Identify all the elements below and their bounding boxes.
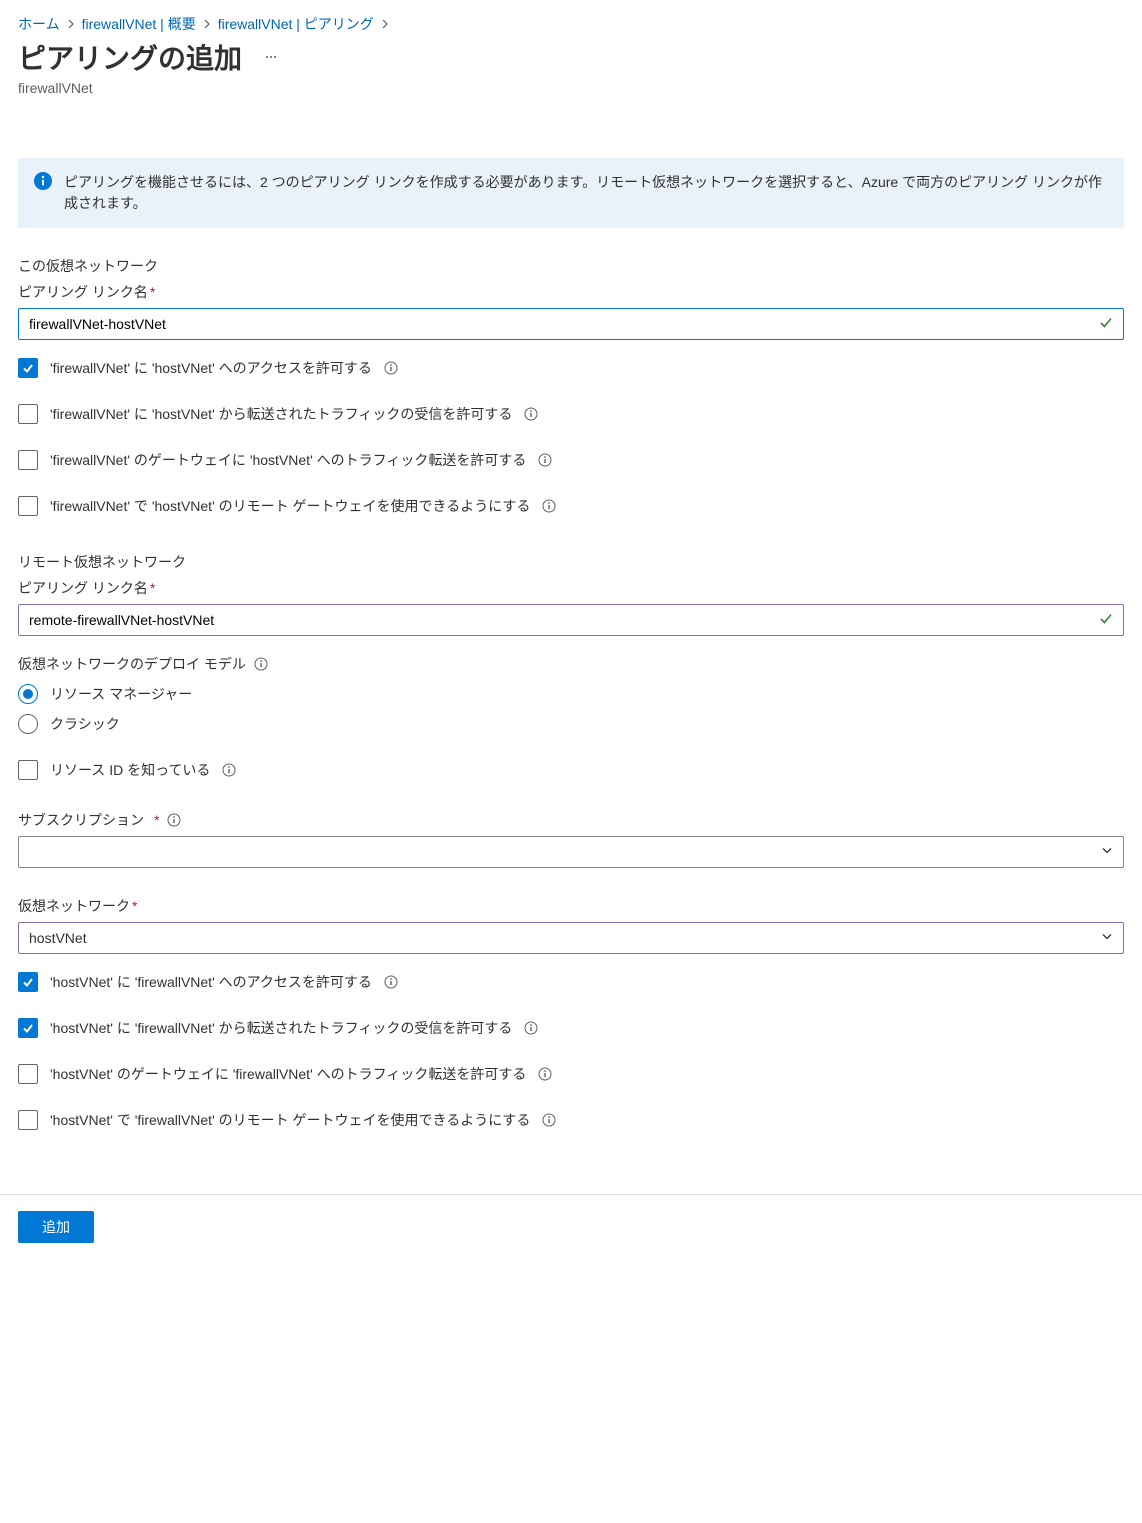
required-marker: * bbox=[154, 812, 159, 828]
info-icon[interactable] bbox=[538, 1067, 552, 1081]
info-icon[interactable] bbox=[538, 453, 552, 467]
remote-linkname-input-wrapper bbox=[18, 604, 1124, 636]
chevron-right-icon bbox=[202, 19, 212, 29]
local-chk-gw-transit-label[interactable]: 'firewallVNet' のゲートウェイに 'hostVNet' へのトラフ… bbox=[50, 450, 526, 470]
breadcrumb-home[interactable]: ホーム bbox=[18, 14, 60, 34]
remote-chk-gw-transit-label[interactable]: 'hostVNet' のゲートウェイに 'firewallVNet' へのトラフ… bbox=[50, 1064, 526, 1084]
footer: 追加 bbox=[0, 1194, 1142, 1263]
info-icon[interactable] bbox=[254, 657, 268, 671]
breadcrumb: ホーム firewallVNet | 概要 firewallVNet | ピアリ… bbox=[18, 14, 1124, 34]
section-title-remote: リモート仮想ネットワーク bbox=[18, 552, 1124, 572]
local-chk-remote-gw[interactable] bbox=[18, 496, 38, 516]
remote-chk-remote-gw-label[interactable]: 'hostVNet' で 'firewallVNet' のリモート ゲートウェイ… bbox=[50, 1110, 530, 1130]
local-chk-forwarded[interactable] bbox=[18, 404, 38, 424]
radio-rm[interactable] bbox=[18, 684, 38, 704]
local-chk-access[interactable] bbox=[18, 358, 38, 378]
local-linkname-input[interactable] bbox=[18, 308, 1124, 340]
chevron-right-icon bbox=[380, 19, 390, 29]
add-button[interactable]: 追加 bbox=[18, 1211, 94, 1243]
deploy-model-label: 仮想ネットワークのデプロイ モデル bbox=[18, 654, 246, 674]
info-icon[interactable] bbox=[524, 407, 538, 421]
chevron-down-icon bbox=[1100, 843, 1114, 860]
remote-chk-gw-transit[interactable] bbox=[18, 1064, 38, 1084]
chevron-right-icon bbox=[66, 19, 76, 29]
chk-know-resid[interactable] bbox=[18, 760, 38, 780]
breadcrumb-peering[interactable]: firewallVNet | ピアリング bbox=[218, 14, 374, 34]
info-icon[interactable] bbox=[542, 1113, 556, 1127]
info-icon[interactable] bbox=[524, 1021, 538, 1035]
ellipsis-icon bbox=[264, 50, 278, 64]
required-marker: * bbox=[150, 580, 155, 596]
info-icon[interactable] bbox=[542, 499, 556, 513]
check-icon bbox=[1098, 610, 1114, 629]
check-icon bbox=[1098, 314, 1114, 333]
subscription-label: サブスクリプション bbox=[18, 810, 144, 830]
more-actions-button[interactable] bbox=[260, 46, 282, 71]
section-title-local: この仮想ネットワーク bbox=[18, 256, 1124, 276]
remote-linkname-input[interactable] bbox=[18, 604, 1124, 636]
remote-linkname-label: ピアリング リンク名* bbox=[18, 578, 1124, 598]
breadcrumb-overview[interactable]: firewallVNet | 概要 bbox=[82, 14, 196, 34]
info-icon bbox=[34, 172, 52, 214]
info-banner: ピアリングを機能させるには、2 つのピアリング リンクを作成する必要があります。… bbox=[18, 158, 1124, 228]
info-banner-text: ピアリングを機能させるには、2 つのピアリング リンクを作成する必要があります。… bbox=[64, 172, 1108, 214]
remote-chk-forwarded[interactable] bbox=[18, 1018, 38, 1038]
info-icon[interactable] bbox=[167, 813, 181, 827]
local-chk-forwarded-label[interactable]: 'firewallVNet' に 'hostVNet' から転送されたトラフィッ… bbox=[50, 404, 512, 424]
info-icon[interactable] bbox=[384, 975, 398, 989]
local-chk-remote-gw-label[interactable]: 'firewallVNet' で 'hostVNet' のリモート ゲートウェイ… bbox=[50, 496, 530, 516]
radio-classic-label[interactable]: クラシック bbox=[50, 714, 120, 734]
vnet-select[interactable]: hostVNet bbox=[18, 922, 1124, 954]
local-linkname-input-wrapper bbox=[18, 308, 1124, 340]
radio-classic[interactable] bbox=[18, 714, 38, 734]
required-marker: * bbox=[150, 284, 155, 300]
page-title: ピアリングの追加 bbox=[18, 42, 242, 76]
required-marker: * bbox=[132, 898, 137, 914]
chk-know-resid-label[interactable]: リソース ID を知っている bbox=[50, 760, 210, 780]
info-icon[interactable] bbox=[384, 361, 398, 375]
remote-chk-remote-gw[interactable] bbox=[18, 1110, 38, 1130]
remote-chk-access[interactable] bbox=[18, 972, 38, 992]
remote-chk-access-label[interactable]: 'hostVNet' に 'firewallVNet' へのアクセスを許可する bbox=[50, 972, 372, 992]
remote-chk-forwarded-label[interactable]: 'hostVNet' に 'firewallVNet' から転送されたトラフィッ… bbox=[50, 1018, 512, 1038]
chevron-down-icon bbox=[1100, 929, 1114, 946]
local-chk-access-label[interactable]: 'firewallVNet' に 'hostVNet' へのアクセスを許可する bbox=[50, 358, 372, 378]
vnet-label: 仮想ネットワーク* bbox=[18, 896, 1124, 916]
radio-rm-label[interactable]: リソース マネージャー bbox=[50, 684, 192, 704]
local-linkname-label: ピアリング リンク名* bbox=[18, 282, 1124, 302]
local-chk-gw-transit[interactable] bbox=[18, 450, 38, 470]
subscription-select[interactable] bbox=[18, 836, 1124, 868]
page-subtitle: firewallVNet bbox=[18, 80, 1124, 96]
info-icon[interactable] bbox=[222, 763, 236, 777]
